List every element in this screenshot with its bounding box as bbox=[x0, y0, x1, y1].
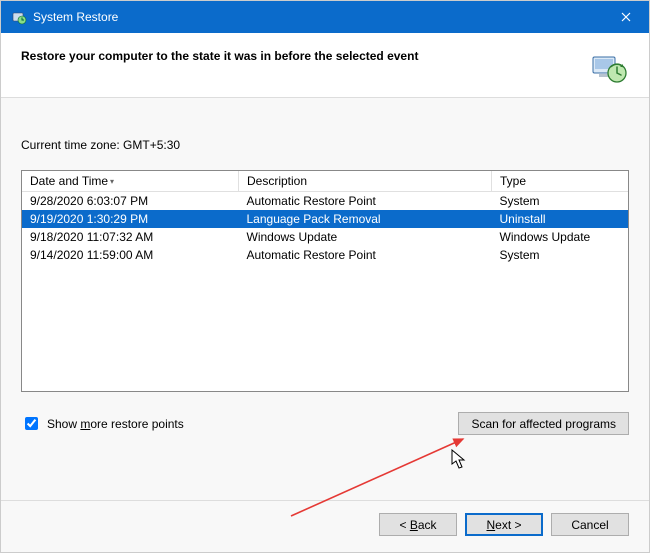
show-more-label: Show more restore points bbox=[47, 417, 184, 431]
table-row[interactable]: 9/18/2020 11:07:32 AMWindows UpdateWindo… bbox=[22, 228, 628, 246]
restore-large-icon bbox=[589, 47, 629, 87]
cell-description: Windows Update bbox=[239, 228, 492, 246]
next-button[interactable]: Next > bbox=[465, 513, 543, 536]
window-title: System Restore bbox=[33, 10, 603, 24]
close-button[interactable] bbox=[603, 1, 649, 33]
cell-date: 9/18/2020 11:07:32 AM bbox=[22, 228, 239, 246]
cell-type: Uninstall bbox=[492, 210, 629, 228]
column-header-type[interactable]: Type bbox=[492, 171, 629, 192]
restore-icon bbox=[11, 9, 27, 25]
cell-type: System bbox=[492, 192, 629, 211]
cell-description: Language Pack Removal bbox=[239, 210, 492, 228]
wizard-footer: < Back Next > Cancel bbox=[1, 500, 649, 552]
back-button[interactable]: < Back bbox=[379, 513, 457, 536]
content-area: Current time zone: GMT+5:30 Date and Tim… bbox=[1, 98, 649, 500]
header-text: Restore your computer to the state it wa… bbox=[21, 47, 589, 63]
restore-points-table[interactable]: Date and Time▾ Description Type 9/28/202… bbox=[21, 170, 629, 392]
column-header-description[interactable]: Description bbox=[239, 171, 492, 192]
cell-date: 9/28/2020 6:03:07 PM bbox=[22, 192, 239, 211]
below-table-row: Show more restore points Scan for affect… bbox=[21, 412, 629, 435]
show-more-checkbox-input[interactable] bbox=[25, 417, 38, 430]
sort-descending-icon: ▾ bbox=[110, 177, 114, 186]
cell-description: Automatic Restore Point bbox=[239, 192, 492, 211]
table-row[interactable]: 9/19/2020 1:30:29 PMLanguage Pack Remova… bbox=[22, 210, 628, 228]
wizard-header: Restore your computer to the state it wa… bbox=[1, 33, 649, 98]
cell-date: 9/19/2020 1:30:29 PM bbox=[22, 210, 239, 228]
show-more-checkbox[interactable]: Show more restore points bbox=[21, 414, 184, 433]
scan-affected-button[interactable]: Scan for affected programs bbox=[458, 412, 629, 435]
timezone-label: Current time zone: GMT+5:30 bbox=[21, 138, 629, 152]
cell-type: System bbox=[492, 246, 629, 264]
cell-date: 9/14/2020 11:59:00 AM bbox=[22, 246, 239, 264]
titlebar: System Restore bbox=[1, 1, 649, 33]
cell-type: Windows Update bbox=[492, 228, 629, 246]
cell-description: Automatic Restore Point bbox=[239, 246, 492, 264]
system-restore-window: System Restore Restore your computer to … bbox=[0, 0, 650, 553]
column-header-date[interactable]: Date and Time▾ bbox=[22, 171, 239, 192]
table-row[interactable]: 9/28/2020 6:03:07 PMAutomatic Restore Po… bbox=[22, 192, 628, 211]
column-header-date-label: Date and Time bbox=[30, 174, 108, 188]
table-row[interactable]: 9/14/2020 11:59:00 AMAutomatic Restore P… bbox=[22, 246, 628, 264]
cancel-button[interactable]: Cancel bbox=[551, 513, 629, 536]
